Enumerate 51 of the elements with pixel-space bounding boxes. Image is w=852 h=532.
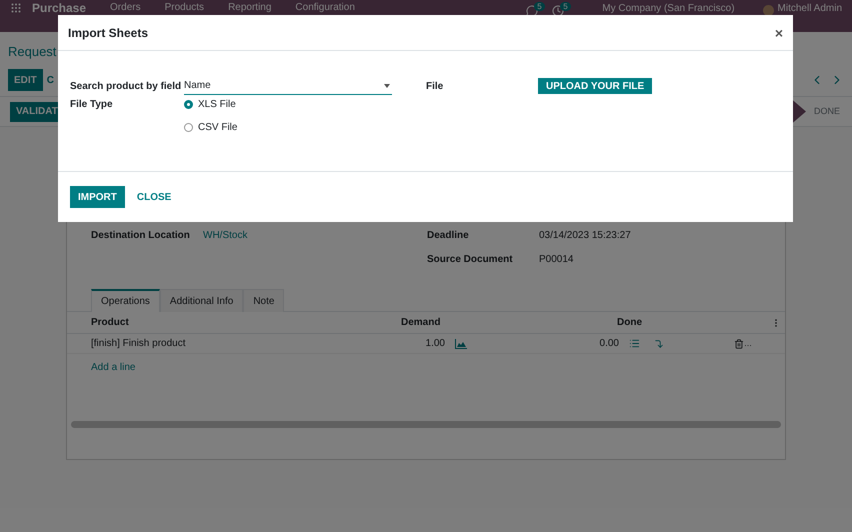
search-field-select[interactable]: Name: [184, 77, 392, 95]
field-label: Destination Location: [91, 229, 191, 243]
table-cell-text: [finish] Finish product: [91, 337, 186, 351]
add-line-link[interactable]: Add a line: [67, 360, 160, 375]
arrow-down-icon[interactable]: [654, 338, 664, 348]
close-link[interactable]: CLOSE: [136, 190, 172, 204]
breadcrumb[interactable]: Request: [8, 42, 56, 66]
company-switcher[interactable]: My Company (San Francisco): [602, 3, 735, 15]
user-menu[interactable]: Mitchell Admin: [778, 3, 842, 15]
detailed-operations-icon[interactable]: [629, 338, 640, 349]
tab[interactable]: Additional Info: [160, 289, 244, 312]
field-link[interactable]: WH/Stock: [203, 228, 248, 243]
edit-button[interactable]: EDIT: [8, 69, 43, 91]
table-cell: …: [744, 338, 752, 350]
tab[interactable]: Operations: [91, 289, 160, 312]
column-header[interactable]: Done: [617, 315, 642, 330]
field-label: Source Document: [427, 253, 514, 267]
forecast-chart-icon[interactable]: [455, 338, 467, 348]
upload-button[interactable]: UPLOAD YOUR FILE: [538, 78, 652, 94]
apps-menu-icon[interactable]: [10, 2, 22, 14]
delete-icon[interactable]: [734, 338, 744, 348]
notification-badge: 5: [534, 2, 545, 11]
clock-icon[interactable]: [552, 5, 564, 17]
table-cell-text: 1.00: [424, 337, 445, 351]
field-label: Deadline: [427, 229, 470, 243]
create-button[interactable]: C: [46, 72, 54, 88]
radio-option[interactable]: XLS File: [184, 97, 238, 112]
radio-option[interactable]: CSV File: [184, 120, 238, 135]
status-step[interactable]: DONE: [806, 100, 842, 124]
menu-item[interactable]: Products: [164, 2, 204, 14]
field-label: Search product by field: [70, 80, 182, 94]
horizontal-scrollbar[interactable]: [71, 421, 781, 428]
field-label: File: [426, 80, 444, 94]
menu-item[interactable]: Configuration: [295, 2, 355, 14]
field-value: P00014: [539, 253, 574, 267]
close-button[interactable]: ×: [774, 26, 783, 40]
chat-icon[interactable]: [526, 5, 538, 17]
tab[interactable]: Note: [243, 289, 284, 312]
menu-item[interactable]: Orders: [110, 2, 141, 14]
avatar: [762, 5, 774, 16]
field-label: File Type: [70, 98, 114, 112]
menu-item[interactable]: Reporting: [228, 2, 272, 14]
table-cell-text: 0.00: [598, 337, 619, 351]
dropdown-caret-icon: [384, 84, 390, 88]
import-button[interactable]: IMPORT: [70, 186, 125, 208]
field-value: 03/14/2023 15:23:27: [539, 229, 631, 243]
column-header[interactable]: Product: [91, 315, 401, 330]
app-name[interactable]: Purchase: [32, 2, 86, 14]
column-header[interactable]: Demand: [401, 315, 617, 330]
notification-badge: 5: [560, 2, 571, 11]
dialog-title: Import Sheets: [68, 24, 148, 42]
